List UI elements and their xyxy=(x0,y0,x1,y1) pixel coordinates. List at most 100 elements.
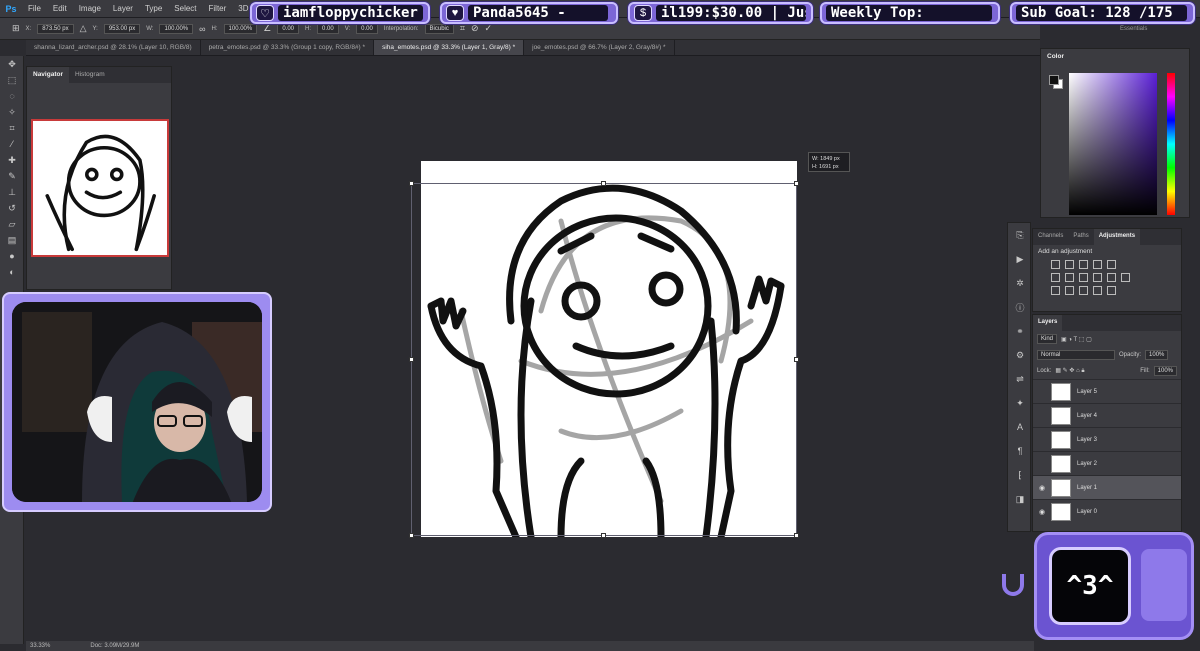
warp-icon[interactable]: ⌗ xyxy=(460,23,465,34)
history-brush-tool-icon[interactable]: ↺ xyxy=(0,200,24,216)
menu-filter[interactable]: Filter xyxy=(203,4,233,13)
styles-panel-icon[interactable]: ✦ xyxy=(1008,391,1032,415)
hskew-field[interactable]: 0.00 xyxy=(317,23,339,34)
photo-filter-icon[interactable] xyxy=(1093,273,1102,282)
hue-slider[interactable] xyxy=(1167,73,1175,215)
color-field[interactable] xyxy=(1069,73,1157,215)
exposure-icon[interactable] xyxy=(1093,260,1102,269)
fill-field[interactable]: 100% xyxy=(1153,366,1177,376)
black-white-icon[interactable] xyxy=(1079,273,1088,282)
transform-handle-ml[interactable] xyxy=(409,357,414,362)
layer-row-2[interactable]: Layer 2 xyxy=(1033,451,1181,475)
dodge-tool-icon[interactable]: ◐ xyxy=(0,264,24,280)
layer-kind-filter[interactable]: Kind xyxy=(1037,334,1058,344)
transform-handle-bl[interactable] xyxy=(409,533,414,538)
history-panel-icon[interactable]: ⎘ xyxy=(1008,223,1032,247)
cancel-transform-icon[interactable]: ⊘ xyxy=(471,23,479,34)
marquee-tool-icon[interactable]: ⬚ xyxy=(0,72,24,88)
foreground-color-swatch[interactable] xyxy=(1049,75,1059,85)
character-panel-icon[interactable]: A xyxy=(1008,415,1032,439)
w-field[interactable]: 100.00% xyxy=(159,23,194,34)
brightness-contrast-icon[interactable] xyxy=(1051,260,1060,269)
tab-petra-emotes[interactable]: petra_emotes.psd @ 33.3% (Group 1 copy, … xyxy=(201,40,375,55)
layer-row-0[interactable]: ◉ Layer 0 xyxy=(1033,499,1181,523)
eraser-tool-icon[interactable]: ▱ xyxy=(0,216,24,232)
selective-color-icon[interactable] xyxy=(1107,286,1116,295)
commit-transform-icon[interactable]: ✓ xyxy=(485,23,493,34)
layer-row-1[interactable]: ◉ Layer 1 xyxy=(1033,475,1181,499)
transform-handle-mr[interactable] xyxy=(794,357,799,362)
tab-siha-emotes[interactable]: siha_emotes.psd @ 33.3% (Layer 1, Gray/8… xyxy=(374,40,525,55)
move-tool-icon[interactable]: ✥ xyxy=(0,56,24,72)
layer-row-3[interactable]: Layer 3 xyxy=(1033,427,1181,451)
reference-point-icon[interactable]: ⊞ xyxy=(12,23,20,34)
notes-panel-icon[interactable]: ◨ xyxy=(1008,487,1032,511)
posterize-icon[interactable] xyxy=(1065,286,1074,295)
invert-icon[interactable] xyxy=(1051,286,1060,295)
transform-handle-tl[interactable] xyxy=(409,181,414,186)
color-balance-icon[interactable] xyxy=(1065,273,1074,282)
threshold-icon[interactable] xyxy=(1079,286,1088,295)
eyedropper-tool-icon[interactable]: ⁄ xyxy=(0,136,24,152)
eye-icon[interactable]: ◉ xyxy=(1033,484,1051,492)
brush-presets-icon[interactable]: ✲ xyxy=(1008,271,1032,295)
blend-mode-select[interactable]: Normal xyxy=(1037,350,1115,360)
link-icon[interactable]: ∞ xyxy=(199,24,205,34)
interpolation-select[interactable]: Bicubic xyxy=(424,23,454,34)
tab-navigator[interactable]: Navigator xyxy=(27,67,69,83)
gradient-tool-icon[interactable]: ▤ xyxy=(0,232,24,248)
x-field[interactable]: 873.50 px xyxy=(37,23,74,34)
channel-mixer-icon[interactable] xyxy=(1107,273,1116,282)
tab-adjustments[interactable]: Adjustments xyxy=(1093,229,1141,245)
menu-select[interactable]: Select xyxy=(168,4,202,13)
healing-brush-tool-icon[interactable]: ✚ xyxy=(0,152,24,168)
vibrance-icon[interactable] xyxy=(1107,260,1116,269)
actions-panel-icon[interactable]: ▶ xyxy=(1008,247,1032,271)
blur-tool-icon[interactable]: ● xyxy=(0,248,24,264)
layer-row-5[interactable]: Layer 5 xyxy=(1033,379,1181,403)
menu-edit[interactable]: Edit xyxy=(47,4,73,13)
color-lookup-icon[interactable] xyxy=(1121,273,1130,282)
curves-icon[interactable] xyxy=(1079,260,1088,269)
filter-icons[interactable]: ▣ ◑ T ⬚ ▢ xyxy=(1061,336,1092,343)
menu-layer[interactable]: Layer xyxy=(107,4,139,13)
lasso-tool-icon[interactable]: ◌ xyxy=(0,88,24,104)
paragraph-panel-icon[interactable]: ¶ xyxy=(1008,439,1032,463)
tab-channels[interactable]: Channels xyxy=(1033,229,1068,245)
transform-bounding-box[interactable] xyxy=(411,183,797,536)
layer-row-4[interactable]: Layer 4 xyxy=(1033,403,1181,427)
tab-shanna-lizard-archer[interactable]: shanna_lizard_archer.psd @ 28.1% (Layer … xyxy=(26,40,201,55)
clone-stamp-tool-icon[interactable]: ⊥ xyxy=(0,184,24,200)
magic-wand-tool-icon[interactable]: ✧ xyxy=(0,104,24,120)
crop-tool-icon[interactable]: ⌗ xyxy=(0,120,24,136)
navigator-thumbnail[interactable] xyxy=(31,119,169,257)
workspace-label[interactable]: Essentials xyxy=(1120,26,1147,32)
tool-presets-icon[interactable]: ⚙ xyxy=(1008,343,1032,367)
angle-field[interactable]: 0.00 xyxy=(277,23,299,34)
glyphs-panel-icon[interactable]: ⁅ xyxy=(1008,463,1032,487)
y-field[interactable]: 953.00 px xyxy=(103,23,141,34)
tab-joe-emotes[interactable]: joe_emotes.psd @ 66.7% (Layer 2, Gray/8#… xyxy=(524,40,675,55)
menu-type[interactable]: Type xyxy=(139,4,168,13)
tab-paths[interactable]: Paths xyxy=(1068,229,1093,245)
lock-icons[interactable]: ▦ ✎ ✥ ⌂ 🔒︎ xyxy=(1055,367,1084,375)
vskew-field[interactable]: 0.00 xyxy=(356,23,378,34)
menu-file[interactable]: File xyxy=(22,4,47,13)
clone-source-icon[interactable]: ⚭ xyxy=(1008,319,1032,343)
tab-layers[interactable]: Layers xyxy=(1033,315,1063,331)
brush-tool-icon[interactable]: ✎ xyxy=(0,168,24,184)
hue-saturation-icon[interactable] xyxy=(1051,273,1060,282)
h-field[interactable]: 100.00% xyxy=(223,23,258,34)
transform-handle-tr[interactable] xyxy=(794,181,799,186)
transform-handle-bc[interactable] xyxy=(601,533,606,538)
eye-icon[interactable]: ◉ xyxy=(1033,508,1051,516)
zoom-level[interactable]: 33.33% xyxy=(30,643,50,649)
transform-handle-br[interactable] xyxy=(794,533,799,538)
gradient-map-icon[interactable] xyxy=(1093,286,1102,295)
info-panel-icon[interactable]: ⓘ xyxy=(1008,295,1032,319)
tab-histogram[interactable]: Histogram xyxy=(69,67,111,83)
levels-icon[interactable] xyxy=(1065,260,1074,269)
adjustments-panel-icon[interactable]: ⇌ xyxy=(1008,367,1032,391)
transform-handle-tc[interactable] xyxy=(601,181,606,186)
menu-image[interactable]: Image xyxy=(73,4,107,13)
